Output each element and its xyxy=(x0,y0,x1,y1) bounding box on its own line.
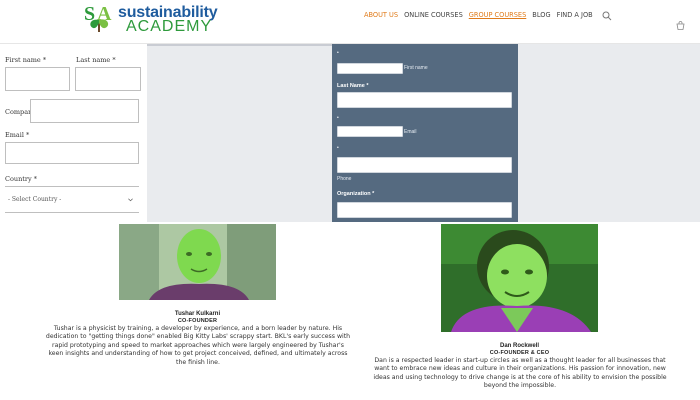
first-name-field[interactable] xyxy=(5,67,70,91)
logo-mark-icon: S A xyxy=(84,3,112,32)
nav-about-us[interactable]: ABOUT US xyxy=(364,11,398,19)
dark-phone-input[interactable] xyxy=(337,157,512,173)
contact-form-dark: • First name Last Name * • Email • Phone… xyxy=(332,44,518,222)
person-name: Tushar Kulkarni xyxy=(174,311,221,317)
nav-blog[interactable]: BLOG xyxy=(532,11,550,19)
organization-label: Organization * xyxy=(337,191,375,197)
contact-form-left: First name * Last name * Company * Email… xyxy=(0,44,147,222)
site-logo[interactable]: S A sustainability ACADEMY xyxy=(84,2,224,35)
country-select-value: - Select Country - xyxy=(8,196,62,203)
site-header: S A sustainability ACADEMY ABOUT US ONLI… xyxy=(0,0,700,44)
person-title: CO-FOUNDER xyxy=(177,318,218,324)
dark-organization-input[interactable] xyxy=(337,202,512,218)
person-photo-dan xyxy=(441,224,598,332)
main-nav: ABOUT US ONLINE COURSES GROUP COURSES BL… xyxy=(364,11,593,19)
person-bio: Tushar is a physicist by training, a dev… xyxy=(45,325,351,366)
last-name-label: Last name * xyxy=(76,56,116,64)
email-sublabel: Email xyxy=(404,129,417,135)
last-name-field[interactable] xyxy=(75,67,141,91)
portrait-image xyxy=(119,224,276,300)
dark-last-name-label: Last Name * xyxy=(337,83,369,89)
person-bio: Dan is a respected leader in start-up ci… xyxy=(373,357,667,390)
hero-image-strip xyxy=(140,44,332,46)
required-marker: • xyxy=(337,50,339,56)
cart-icon[interactable] xyxy=(676,21,685,30)
country-bottom-line xyxy=(5,212,139,213)
company-field[interactable] xyxy=(30,99,139,123)
dark-last-name-input[interactable] xyxy=(337,92,512,108)
chevron-down-icon xyxy=(128,198,133,202)
portrait-image xyxy=(441,224,598,332)
required-marker: • xyxy=(337,145,339,151)
email-label: Email * xyxy=(5,131,30,139)
dark-first-name-input[interactable] xyxy=(337,63,403,74)
dark-email-input[interactable] xyxy=(337,126,403,137)
first-name-sublabel: First name xyxy=(404,65,428,71)
country-label: Country * xyxy=(5,175,37,183)
person-name: Dan Rockwell xyxy=(499,343,539,349)
required-marker: • xyxy=(337,115,339,121)
country-select[interactable]: - Select Country - xyxy=(5,188,139,212)
nav-group-courses[interactable]: GROUP COURSES xyxy=(469,11,527,19)
country-divider xyxy=(5,186,139,187)
person-title: CO-FOUNDER & CEO xyxy=(489,350,550,356)
search-icon[interactable] xyxy=(602,11,612,21)
logo-text-secondary: ACADEMY xyxy=(126,18,213,35)
email-field[interactable] xyxy=(5,142,139,164)
person-photo-tushar xyxy=(119,224,276,300)
first-name-label: First name * xyxy=(5,56,47,64)
nav-online-courses[interactable]: ONLINE COURSES xyxy=(404,11,463,19)
phone-sublabel: Phone xyxy=(337,176,352,182)
nav-find-a-job[interactable]: FIND A JOB xyxy=(557,11,593,19)
